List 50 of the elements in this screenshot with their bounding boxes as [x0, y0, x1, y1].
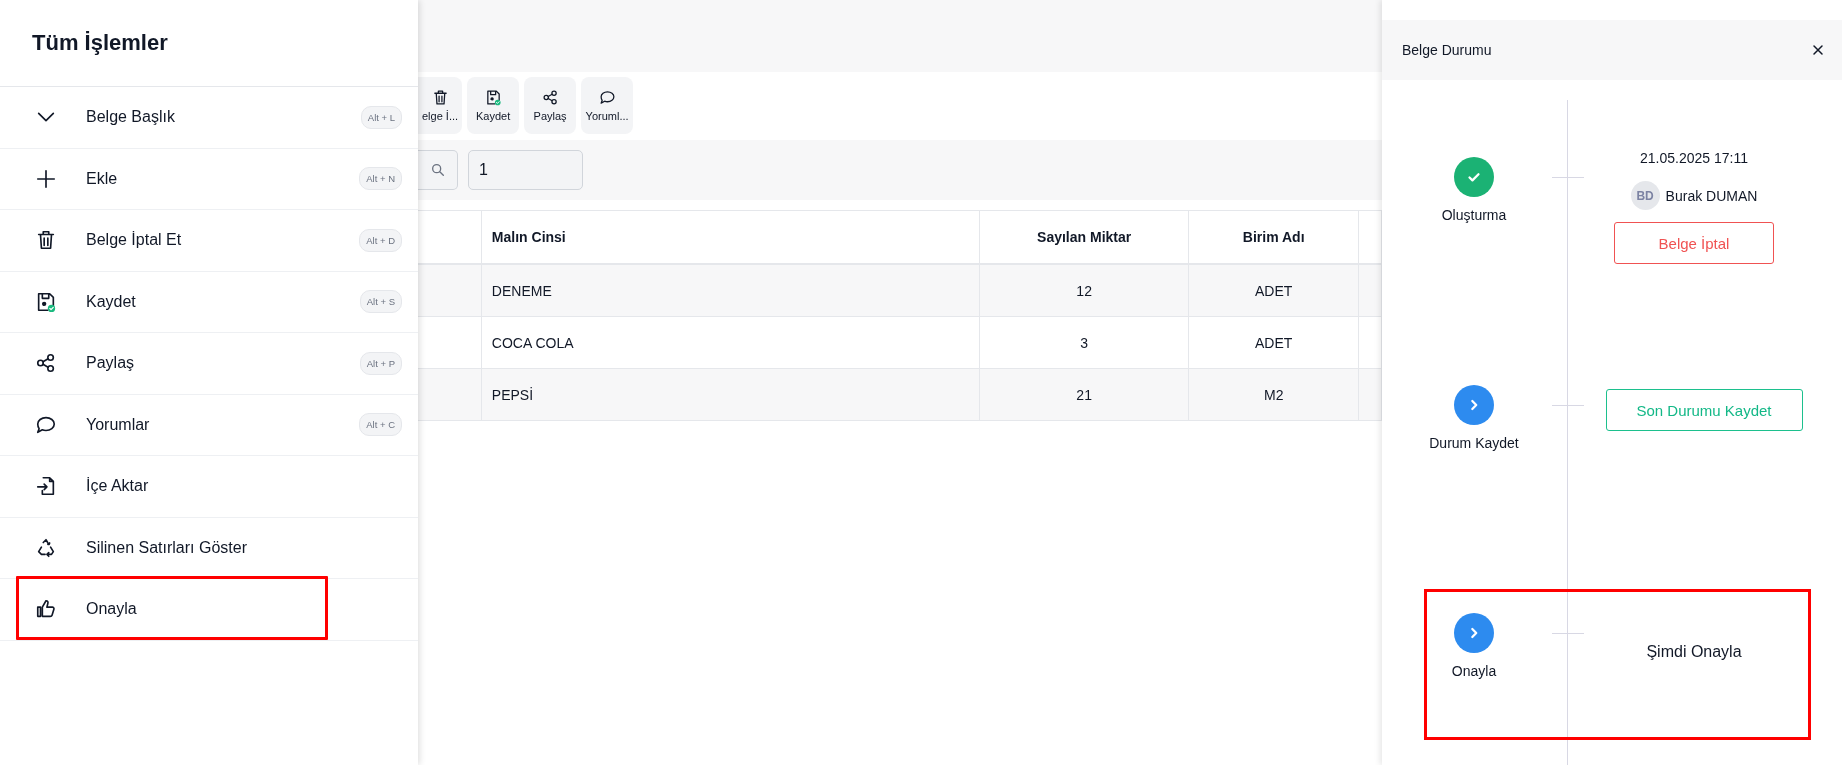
table-cell: PEPSİ	[481, 368, 980, 421]
table-cell: M2	[1188, 368, 1359, 421]
shortcut-badge: Alt + S	[359, 290, 402, 314]
menu-item[interactable]: Ekle Alt + N	[0, 148, 418, 210]
table-cell: DENEME	[481, 264, 980, 317]
recycle-icon	[35, 536, 57, 559]
table-cell: ADET	[1188, 316, 1359, 369]
shortcut-badge: Alt + N	[359, 167, 402, 191]
table-cell: ADET	[1188, 264, 1359, 317]
shortcut-badge: Alt + L	[360, 105, 402, 129]
avatar: BD	[1630, 181, 1660, 210]
menu-item[interactable]: Belge İptal Et Alt + D	[0, 210, 418, 272]
shortcut-badge: Alt + P	[359, 351, 402, 375]
shortcut-badge: Alt + C	[359, 413, 402, 437]
menu-item[interactable]: Onayla	[0, 579, 418, 641]
toolbar-button[interactable]: elge İ...	[418, 77, 463, 134]
share-icon	[541, 89, 559, 106]
table-cell: 3	[979, 316, 1189, 369]
trash-icon	[431, 89, 449, 106]
toolbar-button[interactable]: Yoruml...	[581, 77, 634, 134]
menu-item[interactable]: Belge Başlık Alt + L	[0, 87, 418, 149]
panel-title: Tüm İşlemler	[32, 30, 168, 56]
close-icon[interactable]	[1812, 44, 1824, 56]
step-label: Onayla	[1451, 663, 1497, 679]
comment-icon	[598, 89, 616, 106]
plus-icon	[35, 167, 57, 190]
search-icon	[429, 162, 446, 178]
table-cell: 12	[979, 264, 1189, 317]
action-button[interactable]: Belge İptal	[1614, 222, 1774, 264]
step-text: Şimdi Onayla	[1646, 643, 1742, 661]
trash-icon	[35, 229, 57, 252]
step-label: Oluşturma	[1441, 207, 1507, 223]
table-cell: 21	[979, 368, 1189, 421]
save-icon	[484, 89, 502, 106]
import-icon	[35, 475, 57, 498]
search-field[interactable]	[418, 150, 458, 190]
menu-item[interactable]: Kaydet Alt + S	[0, 271, 418, 333]
toolbar-button[interactable]: Kaydet	[467, 77, 520, 134]
user-name: Burak DUMAN	[1665, 187, 1758, 204]
date-text: 21.05.2025 17:11	[1640, 150, 1748, 166]
shortcut-badge: Alt + D	[359, 228, 402, 252]
table-cell: COCA COLA	[481, 316, 980, 369]
input-field[interactable]: 1	[468, 150, 583, 190]
menu-item[interactable]: Paylaş Alt + P	[0, 333, 418, 395]
toolbar-button[interactable]: Paylaş	[524, 77, 577, 134]
step-label: Durum Kaydet	[1429, 435, 1519, 451]
save-icon	[35, 290, 57, 313]
panel-title: Belge Durumu	[1402, 42, 1492, 58]
share-icon	[35, 352, 57, 375]
menu-item[interactable]: Yorumlar Alt + C	[0, 394, 418, 456]
